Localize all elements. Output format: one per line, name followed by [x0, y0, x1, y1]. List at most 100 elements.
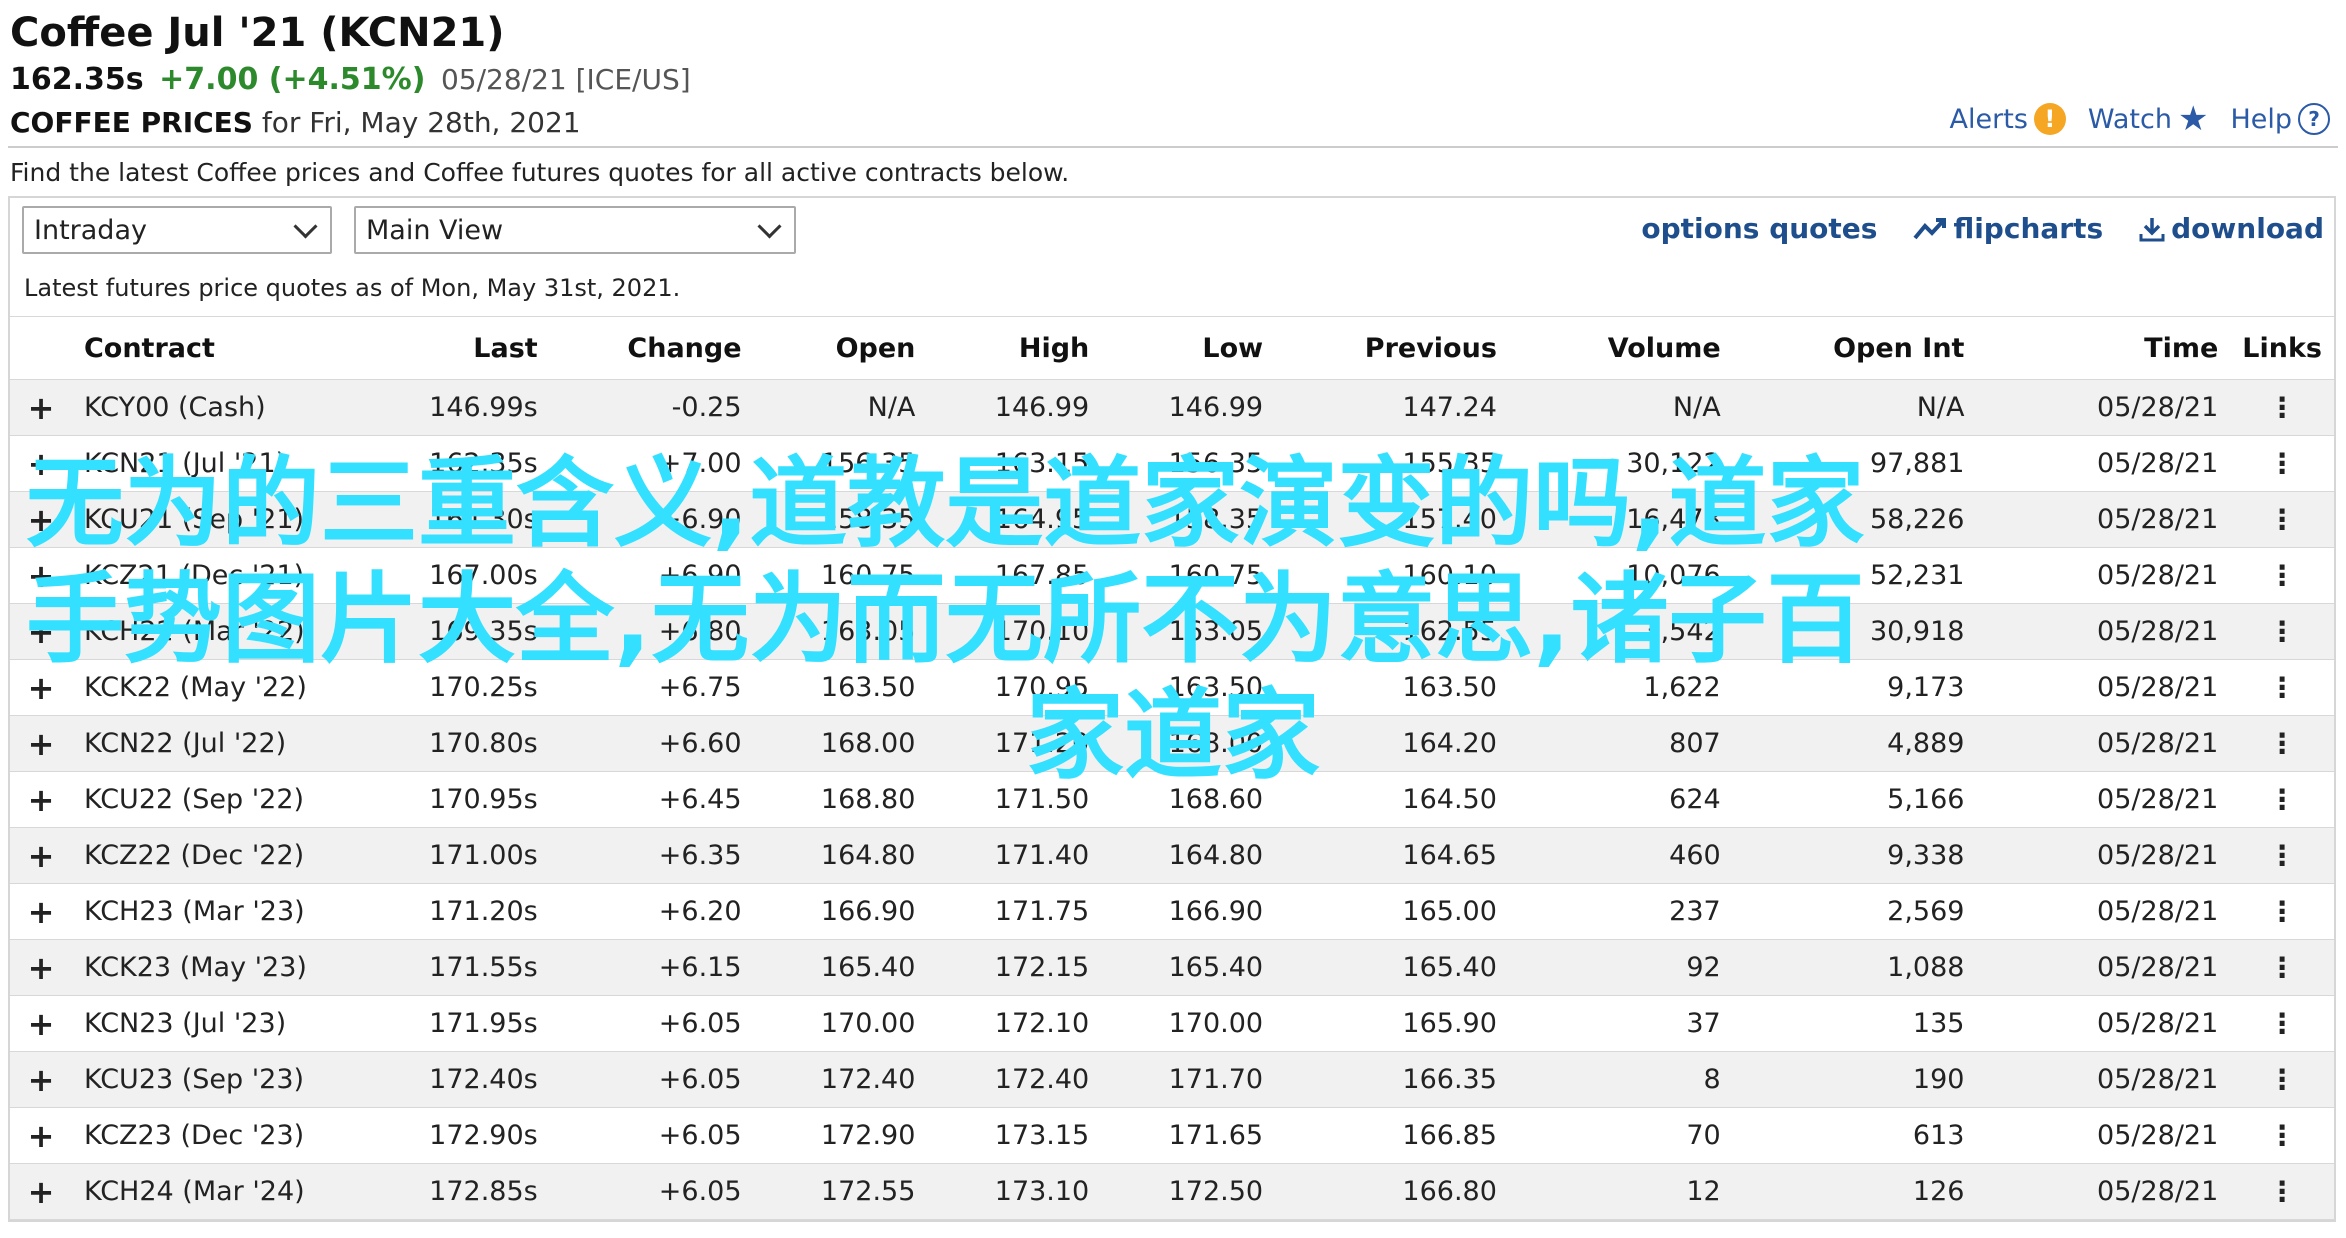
more-options-icon[interactable]: ⋮ [2230, 435, 2334, 492]
download-link[interactable]: download [2139, 212, 2324, 245]
table-row[interactable]: + KCH23 (Mar '23) 171.20s +6.20 166.90 171.75… [10, 883, 2334, 940]
table-row[interactable]: + KCN22 (Jul '22) 170.80s +6.60 168.00 171.20… [10, 715, 2334, 772]
page-description: Find the latest Coffee prices and Coffee… [10, 158, 1070, 187]
alerts-link[interactable]: Alerts ! [1950, 103, 2066, 135]
flipcharts-label: flipcharts [1953, 212, 2104, 245]
expand-plus-icon[interactable]: + [10, 715, 72, 772]
col-low[interactable]: Low [1101, 316, 1276, 380]
expand-plus-icon[interactable]: + [10, 379, 72, 436]
table-row[interactable]: + KCN23 (Jul '23) 171.95s +6.05 170.00 172.10… [10, 995, 2334, 1052]
more-options-icon[interactable]: ⋮ [2230, 995, 2334, 1052]
expand-plus-icon[interactable]: + [10, 827, 72, 884]
cell-low: 146.99 [1101, 379, 1276, 436]
cell-change: +6.80 [549, 603, 754, 660]
col-time[interactable]: Time [1976, 316, 2231, 380]
cell-contract[interactable]: KCH22 (Mar '22) [71, 603, 346, 660]
interval-select[interactable]: Intraday [22, 206, 332, 254]
table-row[interactable]: + KCU22 (Sep '22) 170.95s +6.45 168.80 171.50… [10, 771, 2334, 828]
flipcharts-link[interactable]: flipcharts [1913, 212, 2103, 245]
cell-open: 163.05 [753, 603, 928, 660]
expand-plus-icon[interactable]: + [10, 547, 72, 604]
col-change[interactable]: Change [549, 316, 754, 380]
more-options-icon[interactable]: ⋮ [2230, 379, 2334, 436]
more-options-icon[interactable]: ⋮ [2230, 715, 2334, 772]
more-options-icon[interactable]: ⋮ [2230, 827, 2334, 884]
more-options-icon[interactable]: ⋮ [2230, 883, 2334, 940]
col-high[interactable]: High [927, 316, 1102, 380]
more-options-icon[interactable]: ⋮ [2230, 771, 2334, 828]
col-open-int[interactable]: Open Int [1732, 316, 1977, 380]
cell-open: 156.35 [753, 435, 928, 492]
cell-last: 146.99s [345, 379, 550, 436]
expand-plus-icon[interactable]: + [10, 995, 72, 1052]
cell-contract[interactable]: KCZ21 (Dec '21) [71, 547, 346, 604]
expand-plus-icon[interactable]: + [10, 491, 72, 548]
cell-contract[interactable]: KCY00 (Cash) [71, 379, 346, 436]
cell-low: 168.00 [1101, 715, 1276, 772]
cell-volume: 1,622 [1508, 659, 1733, 716]
more-options-icon[interactable]: ⋮ [2230, 491, 2334, 548]
cell-change: -0.25 [549, 379, 754, 436]
expand-plus-icon[interactable]: + [10, 883, 72, 940]
more-options-icon[interactable]: ⋮ [2230, 1163, 2334, 1220]
last-price: 162.35s [10, 62, 144, 97]
col-last[interactable]: Last [345, 316, 550, 380]
more-options-icon[interactable]: ⋮ [2230, 603, 2334, 660]
expand-plus-icon[interactable]: + [10, 435, 72, 492]
expand-plus-icon[interactable]: + [10, 659, 72, 716]
col-previous[interactable]: Previous [1275, 316, 1509, 380]
expand-plus-icon[interactable]: + [10, 939, 72, 996]
col-contract[interactable]: Contract [71, 316, 346, 380]
table-row[interactable]: + KCK23 (May '23) 171.55s +6.15 165.40 172.15… [10, 939, 2334, 996]
table-row[interactable]: + KCU23 (Sep '23) 172.40s +6.05 172.40 172.40… [10, 1051, 2334, 1108]
more-options-icon[interactable]: ⋮ [2230, 939, 2334, 996]
table-row[interactable]: + KCU21 (Sep '21) 164.30s +6.90 158.35 164.95… [10, 491, 2334, 548]
table-row[interactable]: + KCZ21 (Dec '21) 167.00s +6.90 160.75 167.85… [10, 547, 2334, 604]
download-icon [2139, 217, 2165, 241]
cell-contract[interactable]: KCN23 (Jul '23) [71, 995, 346, 1052]
cell-contract[interactable]: KCN21 (Jul '21) [71, 435, 346, 492]
cell-contract[interactable]: KCK22 (May '22) [71, 659, 346, 716]
table-row[interactable]: + KCY00 (Cash) 146.99s -0.25 N/A 146.99 146.99… [10, 379, 2334, 436]
col-open[interactable]: Open [753, 316, 928, 380]
options-quotes-link[interactable]: options quotes [1641, 212, 1877, 245]
expand-plus-icon[interactable]: + [10, 1107, 72, 1164]
table-row[interactable]: + KCK22 (May '22) 170.25s +6.75 163.50 170.95… [10, 659, 2334, 716]
table-row[interactable]: + KCH22 (Mar '22) 169.35s +6.80 163.05 170.10… [10, 603, 2334, 660]
view-select[interactable]: Main View [354, 206, 796, 254]
table-row[interactable]: + KCZ22 (Dec '22) 171.00s +6.35 164.80 171.40… [10, 827, 2334, 884]
cell-last: 169.35s [345, 603, 550, 660]
expand-plus-icon[interactable]: + [10, 1163, 72, 1220]
cell-contract[interactable]: KCH23 (Mar '23) [71, 883, 346, 940]
cell-low: 164.80 [1101, 827, 1276, 884]
cell-open-int: 30,918 [1732, 603, 1977, 660]
cell-contract[interactable]: KCZ23 (Dec '23) [71, 1107, 346, 1164]
expand-plus-icon[interactable]: + [10, 1051, 72, 1108]
more-options-icon[interactable]: ⋮ [2230, 547, 2334, 604]
col-volume[interactable]: Volume [1508, 316, 1733, 380]
download-label: download [2171, 212, 2324, 245]
cell-contract[interactable]: KCU22 (Sep '22) [71, 771, 346, 828]
cell-contract[interactable]: KCU23 (Sep '23) [71, 1051, 346, 1108]
more-options-icon[interactable]: ⋮ [2230, 1051, 2334, 1108]
watch-link[interactable]: Watch ★ [2088, 102, 2209, 136]
cell-open: 172.55 [753, 1163, 928, 1220]
table-body: + KCY00 (Cash) 146.99s -0.25 N/A 146.99 146.99… [10, 379, 2334, 1220]
cell-contract[interactable]: KCU21 (Sep '21) [71, 491, 346, 548]
cell-contract[interactable]: KCZ22 (Dec '22) [71, 827, 346, 884]
cell-contract[interactable]: KCH24 (Mar '24) [71, 1163, 346, 1220]
more-options-icon[interactable]: ⋮ [2230, 659, 2334, 716]
cell-previous: 155.35 [1275, 435, 1509, 492]
help-link[interactable]: Help ? [2230, 103, 2330, 135]
table-row[interactable]: + KCZ23 (Dec '23) 172.90s +6.05 172.90 173.15… [10, 1107, 2334, 1164]
cell-change: +6.20 [549, 883, 754, 940]
cell-open: N/A [753, 379, 928, 436]
cell-contract[interactable]: KCK23 (May '23) [71, 939, 346, 996]
more-options-icon[interactable]: ⋮ [2230, 1107, 2334, 1164]
cell-contract[interactable]: KCN22 (Jul '22) [71, 715, 346, 772]
cell-high: 173.15 [927, 1107, 1102, 1164]
table-row[interactable]: + KCH24 (Mar '24) 172.85s +6.05 172.55 173.10… [10, 1163, 2334, 1220]
table-row[interactable]: + KCN21 (Jul '21) 162.35s +7.00 156.35 163.15… [10, 435, 2334, 492]
expand-plus-icon[interactable]: + [10, 771, 72, 828]
expand-plus-icon[interactable]: + [10, 603, 72, 660]
